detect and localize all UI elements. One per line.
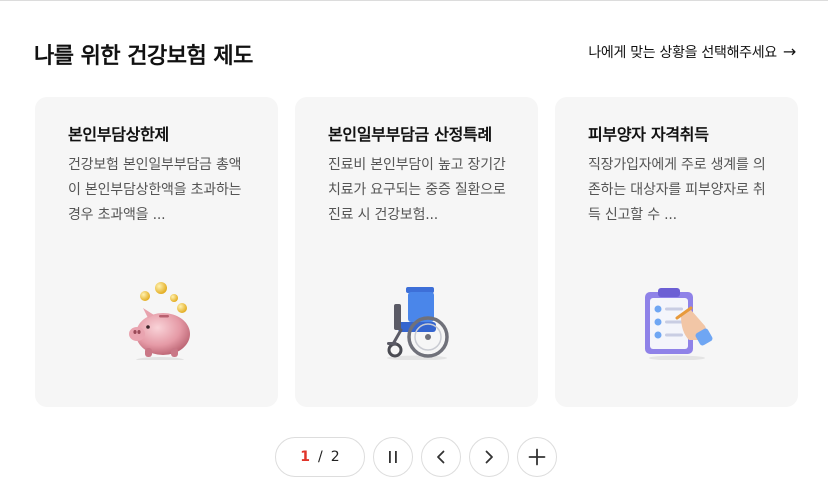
current-page: 1 bbox=[300, 449, 311, 465]
card-list: 본인부담상한제 건강보험 본인일부부담금 총액이 본인부담상한액을 초과하는 경… bbox=[35, 97, 798, 407]
card-out-of-pocket-ceiling[interactable]: 본인부담상한제 건강보험 본인일부부담금 총액이 본인부담상한액을 초과하는 경… bbox=[35, 97, 278, 407]
page-counter: 1 / 2 bbox=[275, 437, 365, 477]
arrow-right-icon: → bbox=[782, 42, 796, 61]
wheelchair-icon bbox=[387, 287, 449, 360]
carousel-pager: 1 / 2 bbox=[275, 437, 557, 477]
top-divider bbox=[0, 0, 828, 1]
card-copayment-special-case[interactable]: 본인일부부담금 산정특례 진료비 본인부담이 높고 장기간 치료가 요구되는 중… bbox=[295, 97, 538, 407]
chevron-right-icon bbox=[485, 450, 493, 464]
pause-button[interactable] bbox=[373, 437, 413, 477]
section-title: 나를 위한 건강보험 제도 bbox=[34, 44, 253, 69]
card-title: 본인부담상한제 bbox=[68, 125, 169, 144]
clipboard-checklist-icon bbox=[645, 288, 713, 360]
chevron-left-icon bbox=[437, 450, 445, 464]
select-situation-label: 나에게 맞는 상황을 선택해주세요 bbox=[588, 45, 777, 61]
card-description: 진료비 본인부담이 높고 장기간 치료가 요구되는 중증 질환으로 진료 시 건… bbox=[328, 157, 506, 223]
plus-icon bbox=[528, 448, 546, 466]
select-situation-link[interactable]: 나에게 맞는 상황을 선택해주세요 → bbox=[588, 42, 796, 62]
card-dependent-registration[interactable]: 피부양자 자격취득 직장가입자에게 주로 생계를 의존하는 대상자를 피부양자로… bbox=[555, 97, 798, 407]
card-title: 본인일부부담금 산정특례 bbox=[328, 125, 492, 144]
expand-all-button[interactable] bbox=[517, 437, 557, 477]
card-title: 피부양자 자격취득 bbox=[588, 125, 709, 144]
card-description: 직장가입자에게 주로 생계를 의존하는 대상자를 피부양자로 취득 신고할 수 … bbox=[588, 157, 766, 223]
next-button[interactable] bbox=[469, 437, 509, 477]
total-pages: 2 bbox=[330, 449, 340, 465]
page-separator: / bbox=[318, 449, 323, 465]
pause-icon bbox=[389, 451, 397, 463]
card-description: 건강보험 본인일부부담금 총액이 본인부담상한액을 초과하는 경우 초과액을 .… bbox=[68, 157, 242, 223]
piggy-bank-icon bbox=[129, 282, 190, 360]
prev-button[interactable] bbox=[421, 437, 461, 477]
